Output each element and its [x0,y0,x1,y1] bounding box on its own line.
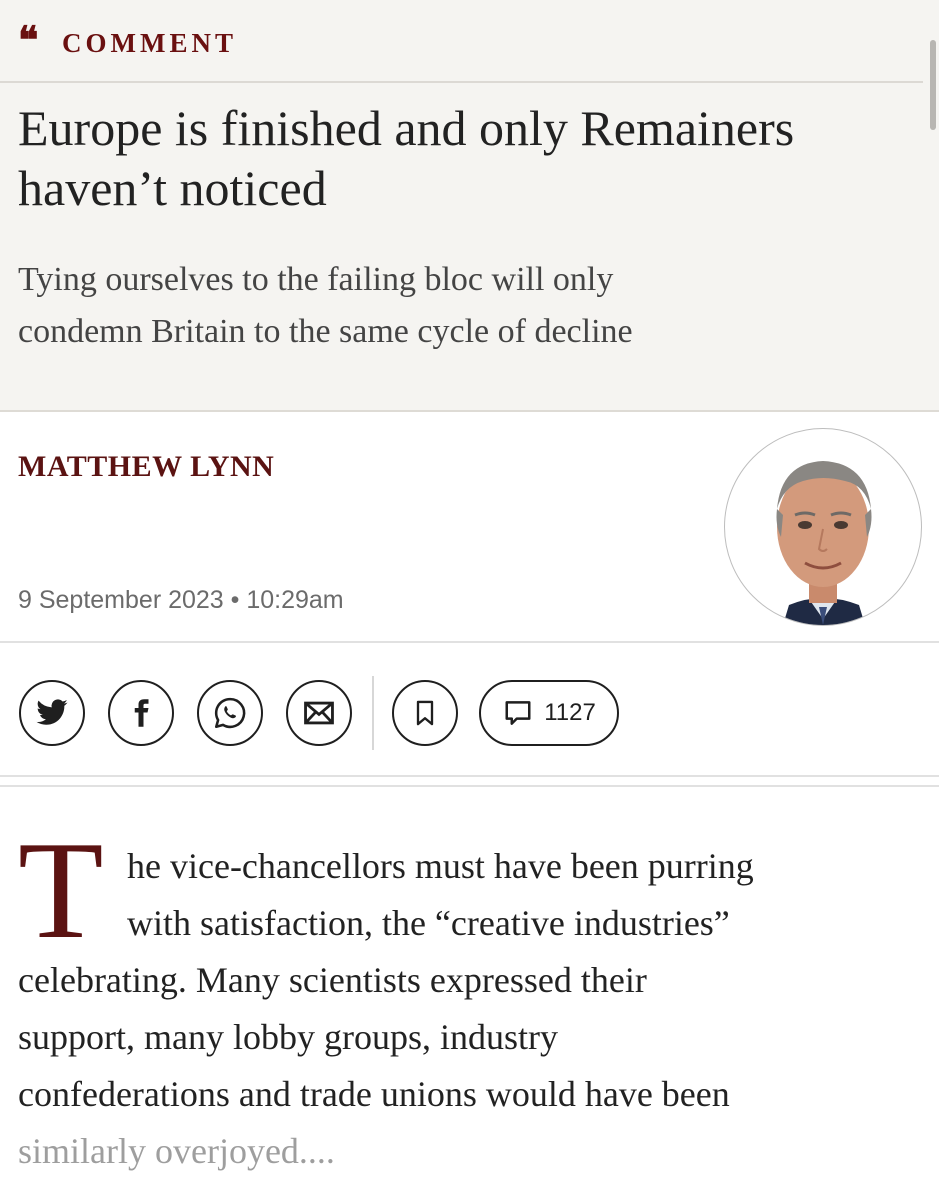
twitter-icon [36,699,68,725]
comments-button[interactable]: 1127 [479,680,619,746]
drop-cap: T [18,813,104,968]
standfirst-line: condemn Britain to the same cycle of dec… [18,313,633,350]
author-avatar [724,428,922,626]
whatsapp-icon [214,697,246,729]
headline: Europe is finished and only Remainers ha… [18,98,908,218]
divider [0,785,939,787]
body-text-line: he vice-chancellors must have been purri… [127,846,754,886]
author-name[interactable]: MATTHEW LYNN [18,450,274,484]
author-portrait-icon [776,461,872,625]
section-label[interactable]: COMMENT [62,27,237,59]
divider [0,641,939,643]
standfirst: Tying ourselves to the failing bloc will… [18,254,908,358]
share-twitter-button[interactable] [19,680,85,746]
comment-icon [505,701,531,725]
body-text-line: similarly overjoyed.... [18,1131,335,1171]
bookmark-icon [416,700,434,726]
facebook-icon [134,699,149,727]
body-text-line: confederations and trade unions would ha… [18,1074,730,1114]
headline-line: haven’t noticed [18,160,327,216]
comment-count: 1127 [544,699,596,726]
headline-line: Europe is finished and only Remainers [18,100,795,156]
article-header: ❝ COMMENT Europe is finished and only Re… [0,0,939,412]
standfirst-line: Tying ourselves to the failing bloc will… [18,261,614,298]
divider [0,775,939,777]
publish-date: 9 September 2023 • 10:29am [18,586,344,614]
share-whatsapp-button[interactable] [197,680,263,746]
action-divider [372,676,374,750]
section-bar: ❝ COMMENT [0,0,923,83]
email-icon [304,701,334,725]
scrollbar[interactable] [930,40,936,130]
body-text-line: celebrating. Many scientists expressed t… [18,960,647,1000]
body-text-line: with satisfaction, the “creative industr… [127,903,730,943]
body-text-line: support, many lobby groups, industry [18,1017,558,1057]
share-facebook-button[interactable] [108,680,174,746]
quote-icon: ❝ [18,20,39,62]
share-email-button[interactable] [286,680,352,746]
bookmark-button[interactable] [392,680,458,746]
